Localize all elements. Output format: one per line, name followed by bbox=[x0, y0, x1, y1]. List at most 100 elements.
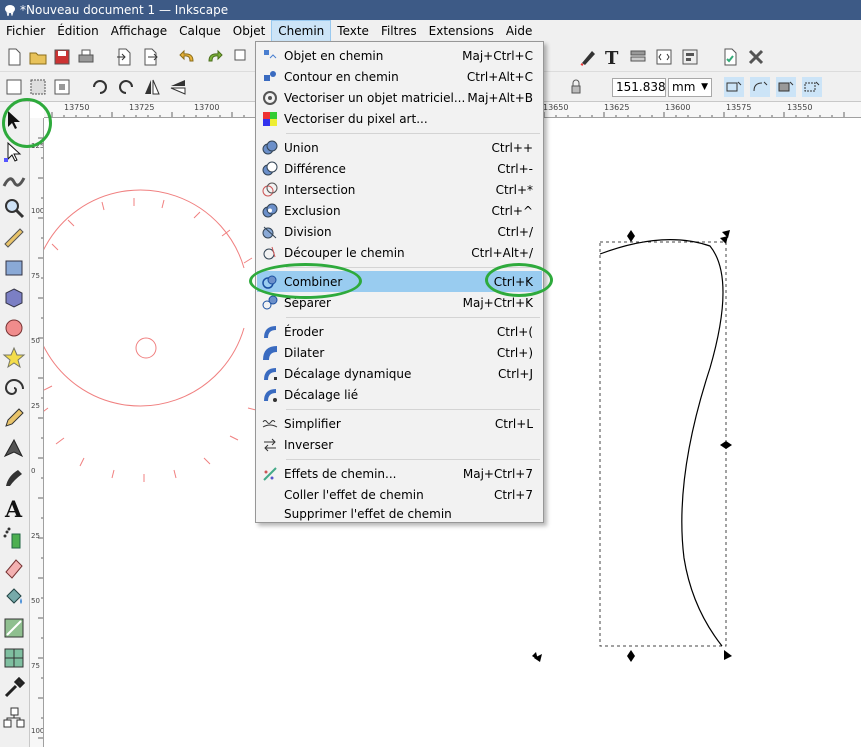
transform-gradients-icon[interactable] bbox=[776, 77, 796, 97]
menu-item-shortcut: Ctrl+L bbox=[494, 416, 533, 431]
menu-item-trace-pixel-art[interactable]: Vectoriser du pixel art... bbox=[257, 108, 542, 129]
inset-icon bbox=[264, 325, 276, 338]
align-distribute-icon[interactable] bbox=[680, 47, 700, 67]
fill-stroke-icon[interactable] bbox=[578, 47, 598, 67]
scale-handle-right[interactable] bbox=[720, 441, 732, 449]
flip-horizontal-icon[interactable] bbox=[142, 77, 162, 97]
undo-icon[interactable] bbox=[178, 47, 198, 67]
scale-handle-top[interactable] bbox=[627, 230, 635, 242]
ruler-label: 100 bbox=[31, 207, 44, 215]
pen-tool-icon[interactable] bbox=[2, 436, 26, 460]
exclusion-icon bbox=[262, 203, 278, 217]
menu-item-intersection[interactable]: Intersection Ctrl+* bbox=[257, 179, 542, 200]
menu-affichage[interactable]: Affichage bbox=[105, 20, 173, 42]
mesh-tool-icon[interactable] bbox=[2, 646, 26, 670]
unit-select[interactable]: mm ▼ bbox=[668, 78, 712, 97]
xml-editor-icon[interactable] bbox=[654, 47, 674, 67]
scale-stroke-icon[interactable] bbox=[724, 77, 744, 97]
menu-aide[interactable]: Aide bbox=[500, 20, 539, 42]
eraser-tool-icon[interactable] bbox=[2, 556, 26, 580]
menu-item-division[interactable]: Division Ctrl+/ bbox=[257, 221, 542, 242]
flip-vertical-icon[interactable] bbox=[168, 77, 188, 97]
scale-corners-icon[interactable] bbox=[750, 77, 770, 97]
preferences-icon[interactable] bbox=[746, 47, 766, 67]
calligraphy-tool-icon[interactable] bbox=[2, 466, 26, 490]
menu-item-cut-path[interactable]: Découper le chemin Ctrl+Alt+/ bbox=[257, 242, 542, 263]
menu-item-object-to-path[interactable]: Objet en chemin Maj+Ctrl+C bbox=[257, 45, 542, 66]
select-all-layers-icon[interactable] bbox=[28, 77, 48, 97]
new-document-icon[interactable] bbox=[4, 47, 24, 67]
open-folder-icon[interactable] bbox=[28, 47, 48, 67]
menu-item-exclusion[interactable]: Exclusion Ctrl+^ bbox=[257, 200, 542, 221]
menu-item-label: Éroder bbox=[284, 324, 324, 339]
menu-item-path-effects[interactable]: Effets de chemin... Maj+Ctrl+7 bbox=[257, 463, 542, 484]
scale-handle-bottom[interactable] bbox=[627, 650, 635, 662]
3d-box-tool-icon[interactable] bbox=[2, 286, 26, 310]
deselect-icon[interactable] bbox=[52, 77, 72, 97]
menu-fichier[interactable]: Fichier bbox=[0, 20, 51, 42]
duplicate-icon[interactable] bbox=[232, 47, 252, 67]
menu-item-trace-bitmap[interactable]: Vectoriser un objet matriciel... Maj+Alt… bbox=[257, 87, 542, 108]
scale-handle-bottom-right[interactable] bbox=[724, 650, 732, 660]
select-all-icon[interactable] bbox=[4, 77, 24, 97]
menu-item-shortcut: Ctrl+( bbox=[496, 324, 533, 339]
menu-item-shortcut: Ctrl+^ bbox=[491, 203, 533, 218]
gradient-tool-icon[interactable] bbox=[2, 616, 26, 640]
menu-item-remove-path-effect[interactable]: Supprimer l'effet de chemin bbox=[257, 503, 542, 524]
menu-item-union[interactable]: Union Ctrl++ bbox=[257, 137, 542, 158]
menu-edition[interactable]: Édition bbox=[51, 20, 105, 42]
menu-filtres[interactable]: Filtres bbox=[375, 20, 423, 42]
gear-shape[interactable] bbox=[44, 189, 257, 482]
scale-handles[interactable] bbox=[532, 230, 732, 662]
menu-item-shortcut: Ctrl+7 bbox=[493, 487, 533, 502]
height-field[interactable]: 151.838 bbox=[612, 78, 666, 97]
menu-extensions[interactable]: Extensions bbox=[423, 20, 500, 42]
rectangle-tool-icon[interactable] bbox=[2, 256, 26, 280]
transform-patterns-icon[interactable] bbox=[802, 77, 822, 97]
text-font-icon[interactable]: T bbox=[602, 47, 622, 67]
save-icon[interactable] bbox=[52, 47, 72, 67]
document-properties-icon[interactable] bbox=[720, 47, 740, 67]
menu-item-label: Vectoriser un objet matriciel... bbox=[284, 90, 466, 105]
star-tool-icon[interactable] bbox=[2, 346, 26, 370]
import-icon[interactable] bbox=[114, 47, 134, 67]
spray-tool-icon[interactable] bbox=[2, 526, 26, 550]
lock-ratio-icon[interactable] bbox=[566, 77, 586, 97]
spiral-tool-icon[interactable] bbox=[2, 376, 26, 400]
menu-texte[interactable]: Texte bbox=[331, 20, 375, 42]
scale-handle-bottom-left[interactable] bbox=[532, 652, 542, 662]
menu-item-inset[interactable]: Éroder Ctrl+( bbox=[257, 321, 542, 342]
paint-bucket-tool-icon[interactable] bbox=[2, 586, 26, 610]
menu-calque[interactable]: Calque bbox=[173, 20, 227, 42]
division-icon bbox=[262, 226, 277, 238]
text-tool-icon[interactable]: A bbox=[2, 496, 26, 520]
menu-item-linked-offset[interactable]: Décalage lié bbox=[257, 384, 542, 405]
connector-tool-icon[interactable] bbox=[2, 706, 26, 730]
menu-item-stroke-to-path[interactable]: Contour en chemin Ctrl+Alt+C bbox=[257, 66, 542, 87]
menu-item-reverse[interactable]: Inverser bbox=[257, 434, 542, 455]
inkscape-logo-icon bbox=[5, 5, 15, 16]
menu-objet[interactable]: Objet bbox=[227, 20, 271, 42]
menu-item-outset[interactable]: Dilater Ctrl+) bbox=[257, 342, 542, 363]
measure-tool-icon[interactable] bbox=[2, 226, 26, 250]
redo-icon[interactable] bbox=[204, 47, 224, 67]
selected-path[interactable] bbox=[599, 239, 727, 647]
menu-item-difference[interactable]: Différence Ctrl+- bbox=[257, 158, 542, 179]
menu-item-paste-path-effect[interactable]: Coller l'effet de chemin Ctrl+7 bbox=[257, 484, 542, 505]
rotate-cw-icon[interactable] bbox=[116, 77, 136, 97]
menu-chemin[interactable]: Chemin bbox=[271, 20, 332, 42]
zoom-tool-icon[interactable] bbox=[2, 196, 26, 220]
menu-item-simplify[interactable]: Simplifier Ctrl+L bbox=[257, 413, 542, 434]
dynamic-offset-icon bbox=[264, 367, 277, 380]
print-icon[interactable] bbox=[76, 47, 96, 67]
ellipse-tool-icon[interactable] bbox=[2, 316, 26, 340]
layers-icon[interactable] bbox=[628, 47, 648, 67]
rotate-ccw-icon[interactable] bbox=[90, 77, 110, 97]
menu-item-dynamic-offset[interactable]: Décalage dynamique Ctrl+J bbox=[257, 363, 542, 384]
tweak-tool-icon[interactable] bbox=[2, 168, 26, 192]
dropper-tool-icon[interactable] bbox=[2, 676, 26, 700]
export-icon[interactable] bbox=[140, 47, 160, 67]
ruler-label: 50 bbox=[31, 597, 40, 605]
pencil-tool-icon[interactable] bbox=[2, 406, 26, 430]
menu-item-shortcut: Maj+Ctrl+K bbox=[462, 295, 533, 310]
